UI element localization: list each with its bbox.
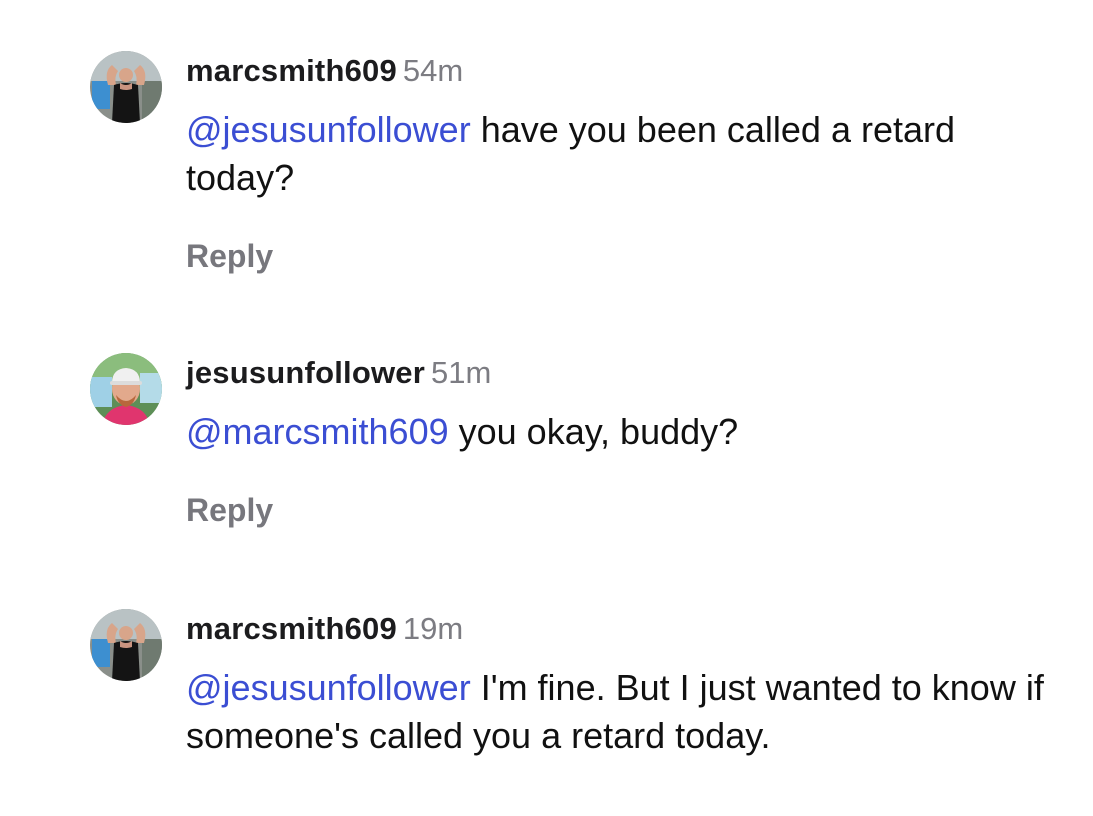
timestamp: 54m: [402, 53, 464, 88]
mention-link[interactable]: @jesusunfollower: [186, 109, 471, 150]
timestamp: 19m: [402, 611, 464, 646]
avatar-photo-icon: [90, 51, 162, 123]
comment-body: you okay, buddy?: [448, 411, 739, 452]
comment-text: @marcsmith609 you okay, buddy?: [186, 408, 1053, 456]
avatar[interactable]: [90, 51, 162, 123]
comment-header: jesusunfollower 51m: [186, 353, 1053, 393]
mention-link[interactable]: @marcsmith609: [186, 411, 449, 452]
comment-text: @jesusunfollower I'm fine. But I just wa…: [186, 664, 1053, 760]
comment-header: marcsmith609 54m: [186, 51, 1053, 91]
timestamp: 51m: [430, 355, 492, 390]
comment-text: @jesusunfollower have you been called a …: [186, 106, 1053, 202]
username[interactable]: marcsmith609: [186, 53, 397, 88]
avatar[interactable]: [90, 353, 162, 425]
avatar[interactable]: [90, 609, 162, 681]
avatar-photo-icon: [90, 609, 162, 681]
username[interactable]: jesusunfollower: [186, 355, 425, 390]
comment-header: marcsmith609 19m: [186, 609, 1053, 649]
avatar-photo-icon: [90, 353, 162, 425]
username[interactable]: marcsmith609: [186, 611, 397, 646]
mention-link[interactable]: @jesusunfollower: [186, 667, 471, 708]
reply-button[interactable]: Reply: [186, 236, 1053, 276]
reply-button[interactable]: Reply: [186, 490, 1053, 530]
